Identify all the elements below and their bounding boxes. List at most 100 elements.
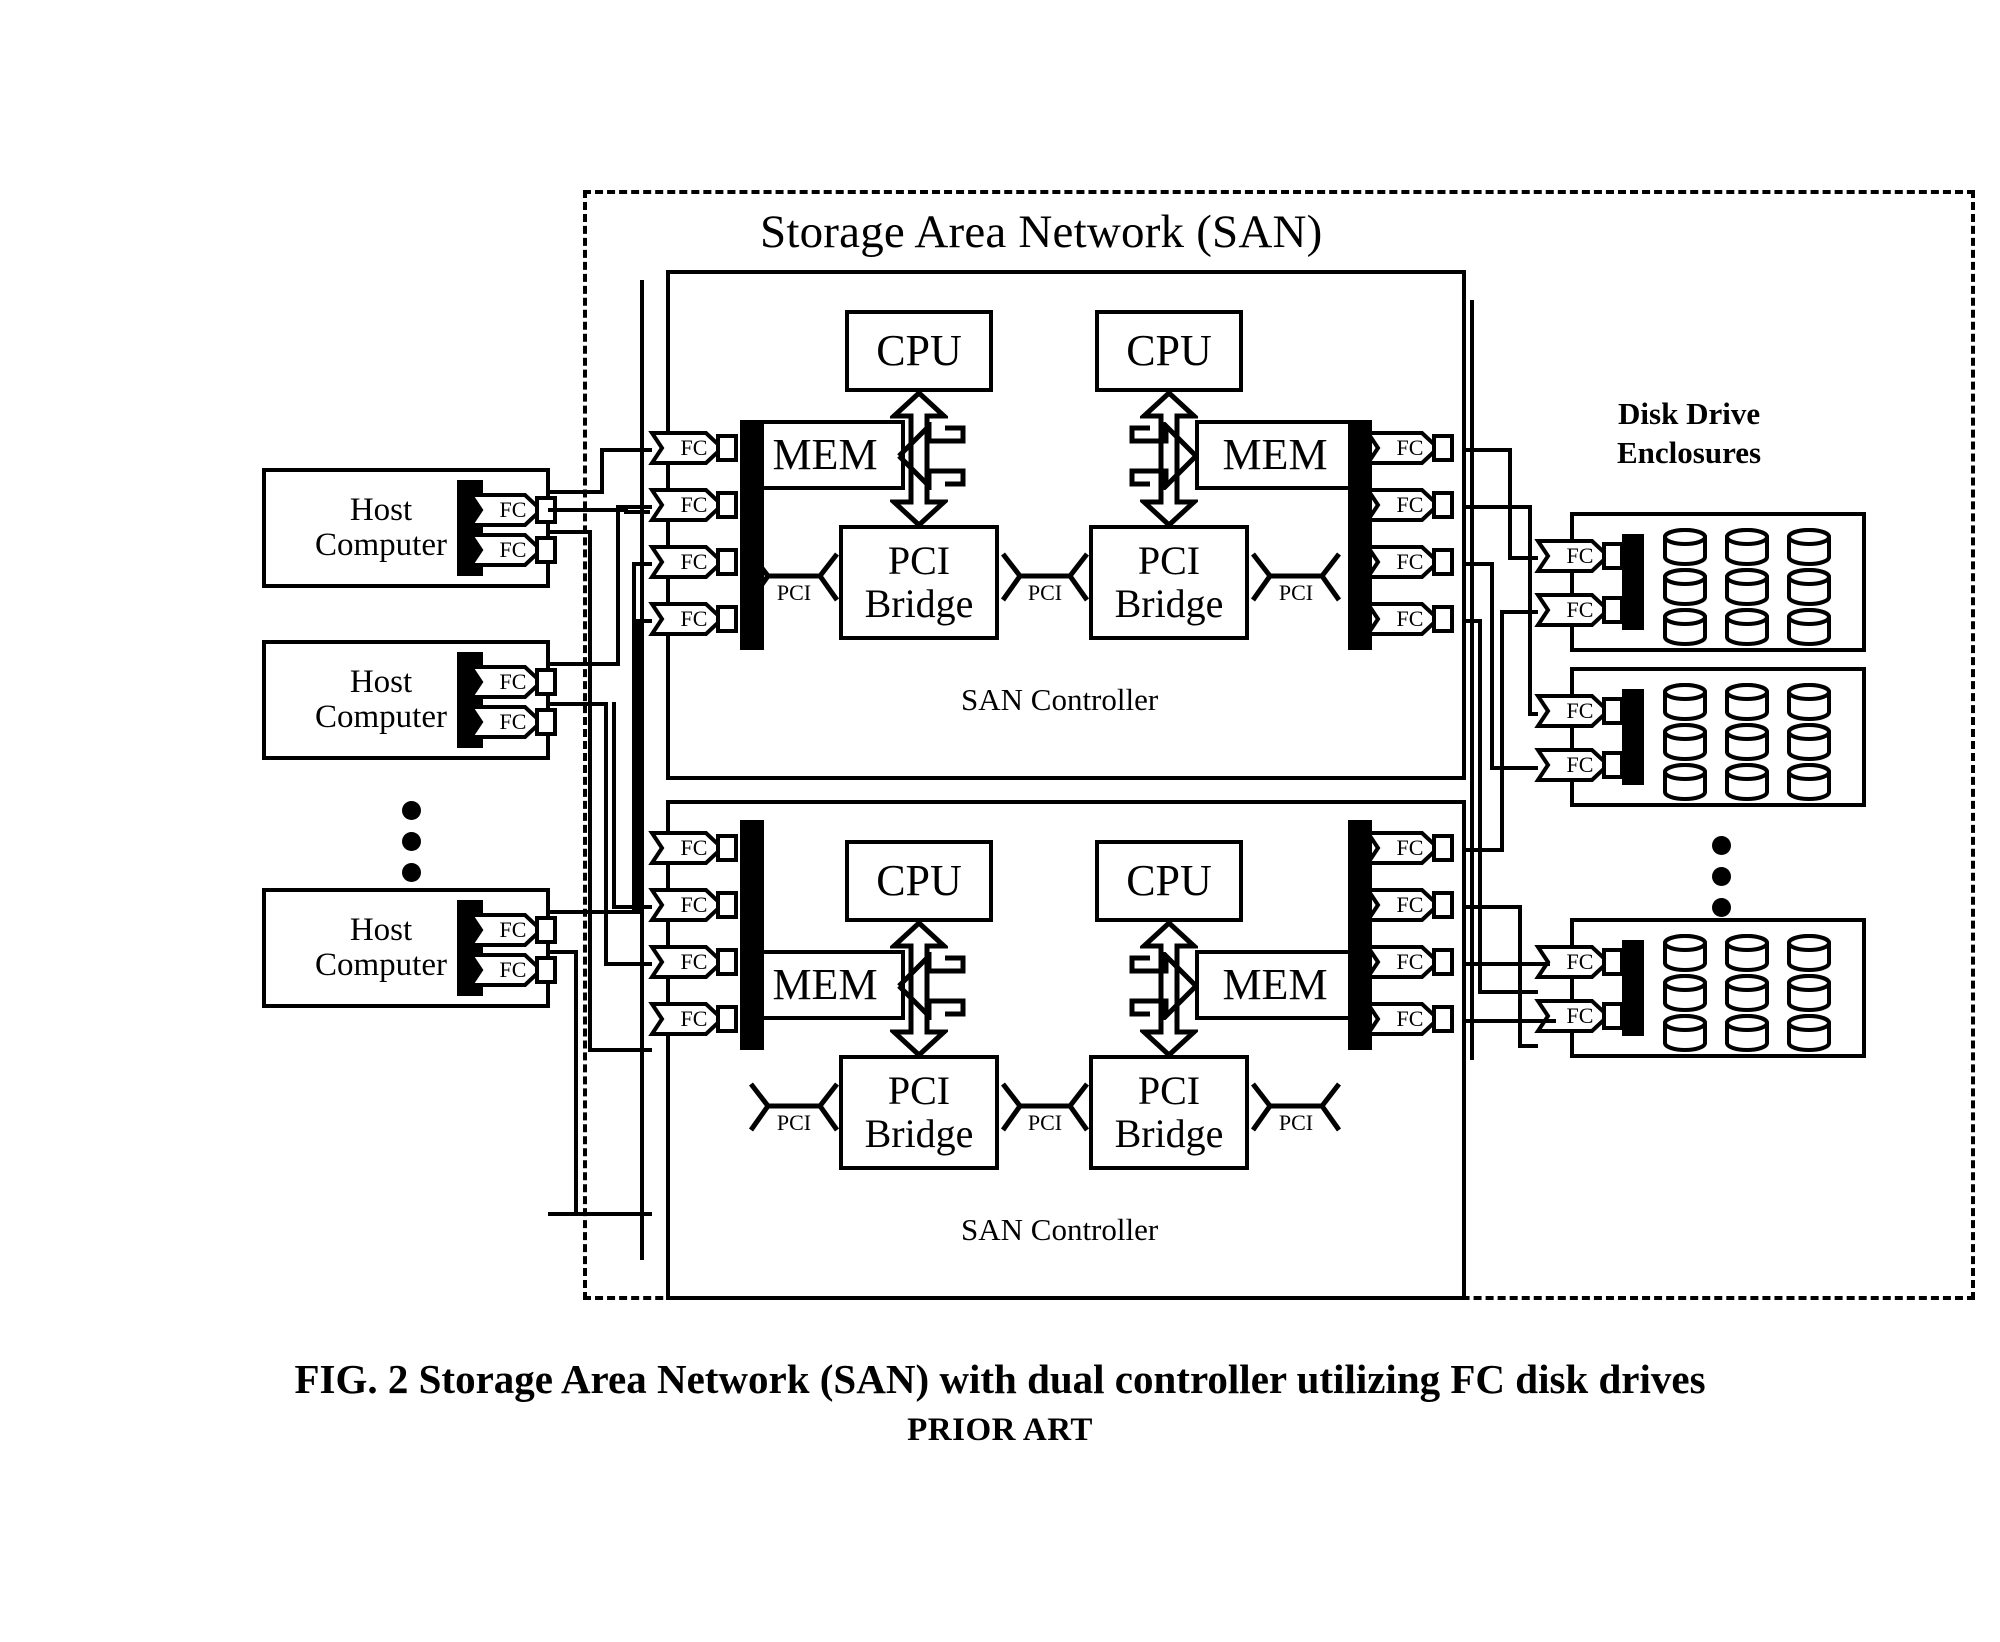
host-fc-port[interactable]: FC	[467, 530, 559, 570]
controller-fc-port-right[interactable]: FC	[1364, 485, 1456, 525]
disk-drive-icon	[1724, 608, 1770, 646]
wire-host-to-controller	[548, 530, 592, 534]
pci-bridge-label-line-1: PCI	[887, 1068, 951, 1114]
wire-controller-right-trunk	[1470, 300, 1474, 1060]
disk-drive-enclosures-title-line-2: Enclosures	[1617, 434, 1762, 470]
enclosure-fc-port[interactable]: FC	[1534, 996, 1626, 1036]
host-fc-port[interactable]: FC	[467, 490, 559, 530]
fc-port-label: FC	[680, 606, 708, 631]
wire-controller-to-enclosure	[1462, 962, 1550, 966]
wire-controller-to-enclosure	[1462, 848, 1504, 852]
host-computer-label-line-2: Computer	[315, 699, 447, 735]
disk-drive-icon	[1724, 528, 1770, 566]
wire-host-to-controller	[616, 505, 652, 509]
figure-canvas: Storage Area Network (SAN) Host Computer F…	[0, 0, 2000, 1642]
host-list-ellipsis	[402, 795, 421, 888]
cpu-block: CPU	[845, 840, 993, 922]
disk-drive-icon	[1662, 608, 1708, 646]
memory-block: MEM	[745, 950, 905, 1020]
wire-controller-to-enclosure	[1528, 712, 1538, 716]
disk-drive-icon	[1786, 528, 1832, 566]
controller-fc-port-left[interactable]: FC	[648, 828, 740, 868]
ellipsis-dot	[402, 832, 421, 851]
fc-port-label: FC	[1396, 949, 1424, 974]
memory-block: MEM	[1195, 950, 1355, 1020]
cpu-block: CPU	[845, 310, 993, 392]
fc-port-label: FC	[1396, 835, 1424, 860]
pci-bridge-block: PCI Bridge	[839, 525, 999, 640]
controller-fc-port-right[interactable]: FC	[1364, 428, 1456, 468]
fc-port-label: FC	[499, 917, 527, 942]
pci-link-label: PCI	[1027, 580, 1063, 605]
host-fc-port[interactable]: FC	[467, 910, 559, 950]
fc-port-label: FC	[1566, 597, 1594, 622]
wire-host1-to-ctrl1	[624, 510, 650, 514]
host-computer-label-line-1: Host	[349, 912, 413, 949]
controller-fc-port-right[interactable]: FC	[1364, 599, 1456, 639]
wire-host-to-controller	[612, 905, 652, 909]
mem-connector	[895, 952, 967, 1020]
memory-label: MEM	[1222, 959, 1328, 1009]
pci-bridge-block: PCI Bridge	[839, 1055, 999, 1170]
disk-drive-icon	[1724, 723, 1770, 761]
host-computer-label-line-2: Computer	[315, 947, 447, 983]
fc-port-label: FC	[680, 892, 708, 917]
pci-bridge-block: PCI Bridge	[1089, 525, 1249, 640]
cpu-label: CPU	[1126, 325, 1212, 375]
disk-drive-icon	[1724, 763, 1770, 801]
fc-port-label: FC	[499, 709, 527, 734]
host-fc-port[interactable]: FC	[467, 662, 559, 702]
controller-fc-port-left[interactable]: FC	[648, 942, 740, 982]
pci-link-label: PCI	[1278, 1110, 1314, 1135]
enclosure-fc-port[interactable]: FC	[1534, 536, 1626, 576]
wire-controller-to-enclosure	[1478, 619, 1482, 994]
disk-drive-icon	[1786, 683, 1832, 721]
enclosure-fc-port[interactable]: FC	[1534, 745, 1626, 785]
wire-host-to-controller	[548, 662, 620, 666]
wire-controller-to-enclosure	[1500, 610, 1538, 614]
host-fc-port[interactable]: FC	[467, 702, 559, 742]
disk-drive-icon	[1786, 974, 1832, 1012]
controller-fc-port-right[interactable]: FC	[1364, 542, 1456, 582]
fc-port-label: FC	[680, 549, 708, 574]
controller-fc-port-left[interactable]: FC	[648, 885, 740, 925]
pci-bridge-label-line-1: PCI	[887, 538, 951, 584]
cpu-block: CPU	[1095, 840, 1243, 922]
pci-link-label: PCI	[776, 1110, 812, 1135]
controller-fc-port-left[interactable]: FC	[648, 428, 740, 468]
caption-line-1: FIG. 2 Storage Area Network (SAN) with d…	[294, 1356, 1706, 1402]
disk-drive-icon	[1662, 934, 1708, 972]
mem-connector	[1128, 952, 1200, 1020]
pci-bridge-label-line-2: Bridge	[864, 1110, 974, 1156]
disk-drive-enclosures-title: Disk Drive Enclosures	[1617, 395, 1761, 473]
controller-fc-port-left[interactable]: FC	[648, 542, 740, 582]
controller-fc-port-right[interactable]: FC	[1364, 828, 1456, 868]
wire-controller-to-enclosure	[1508, 448, 1512, 560]
memory-label: MEM	[1222, 429, 1328, 479]
enclosure-fc-port[interactable]: FC	[1534, 691, 1626, 731]
fc-port-label: FC	[1396, 492, 1424, 517]
wire-controller-to-enclosure	[1490, 766, 1538, 770]
ellipsis-dot	[1712, 867, 1731, 886]
controller-fc-port-right[interactable]: FC	[1364, 942, 1456, 982]
wire-host-to-controller	[612, 702, 616, 909]
controller-fc-port-left[interactable]: FC	[648, 599, 740, 639]
controller-fc-port-left[interactable]: FC	[648, 999, 740, 1039]
controller-fc-port-right[interactable]: FC	[1364, 885, 1456, 925]
enclosure-fc-port[interactable]: FC	[1534, 590, 1626, 630]
wire-host-to-controller	[600, 448, 604, 494]
enclosure-list-ellipsis	[1712, 830, 1731, 923]
host-fc-port[interactable]: FC	[467, 950, 559, 990]
wire-host-to-controller	[548, 1212, 578, 1216]
cpu-label: CPU	[876, 855, 962, 905]
fc-port-label: FC	[499, 669, 527, 694]
wire-host-to-controller	[616, 505, 620, 666]
ellipsis-dot	[1712, 898, 1731, 917]
fc-port-label: FC	[1396, 435, 1424, 460]
controller-fc-port-right[interactable]: FC	[1364, 999, 1456, 1039]
host-computer-label-line-2: Computer	[315, 527, 447, 563]
cpu-label: CPU	[1126, 855, 1212, 905]
controller-fc-port-left[interactable]: FC	[648, 485, 740, 525]
fc-port-label: FC	[1566, 698, 1594, 723]
memory-block: MEM	[745, 420, 905, 490]
